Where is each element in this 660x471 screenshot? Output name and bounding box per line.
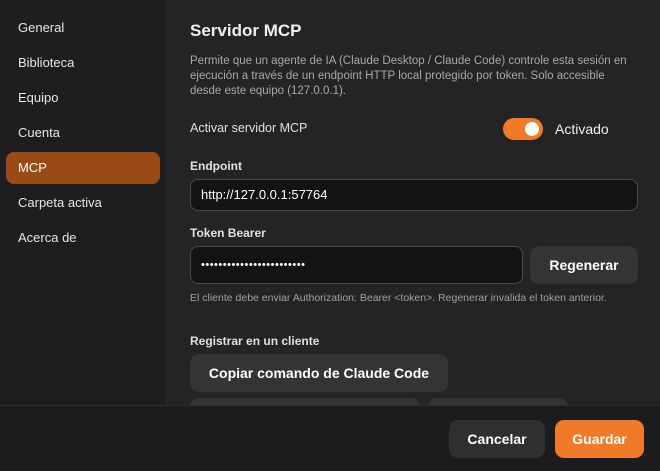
sidebar-item-equipo[interactable]: Equipo — [6, 82, 160, 114]
save-button[interactable]: Guardar — [555, 420, 644, 458]
description-text: Permite que un agente de IA (Claude Desk… — [190, 55, 627, 97]
endpoint-field[interactable]: http://127.0.0.1:57764 — [190, 179, 638, 211]
sidebar-item-acerca-de[interactable]: Acerca de — [6, 222, 160, 254]
register-client-button-secondary[interactable] — [190, 398, 420, 405]
toggle-status-label: Activado — [555, 121, 609, 137]
token-field[interactable]: •••••••••••••••••••••••• — [190, 246, 523, 284]
enable-mcp-label: Activar servidor MCP — [190, 121, 308, 135]
copy-claude-code-command-button[interactable]: Copiar comando de Claude Code — [190, 354, 448, 392]
token-label: Token Bearer — [190, 226, 266, 240]
token-hint: El cliente debe enviar Authorization: Be… — [190, 292, 607, 304]
page-title: Servidor MCP — [190, 21, 302, 40]
sidebar-item-carpeta-activa[interactable]: Carpeta activa — [6, 187, 160, 219]
mcp-settings-panel: Servidor MCP Permite que un agente de IA… — [167, 0, 660, 405]
settings-sidebar: General Biblioteca Equipo Cuenta MCP Car… — [0, 0, 167, 405]
toggle-knob — [525, 122, 539, 136]
sidebar-item-biblioteca[interactable]: Biblioteca — [6, 47, 160, 79]
register-label: Registrar en un cliente — [190, 334, 320, 348]
enable-mcp-toggle[interactable] — [503, 118, 543, 140]
sidebar-item-general[interactable]: General — [6, 12, 160, 44]
sidebar-item-mcp[interactable]: MCP — [6, 152, 160, 184]
regenerate-button[interactable]: Regenerar — [530, 246, 638, 284]
sidebar-item-cuenta[interactable]: Cuenta — [6, 117, 160, 149]
endpoint-label: Endpoint — [190, 159, 242, 173]
cancel-button[interactable]: Cancelar — [449, 420, 545, 458]
register-client-button-tertiary[interactable] — [428, 398, 568, 405]
dialog-footer: Cancelar Guardar — [0, 405, 660, 471]
